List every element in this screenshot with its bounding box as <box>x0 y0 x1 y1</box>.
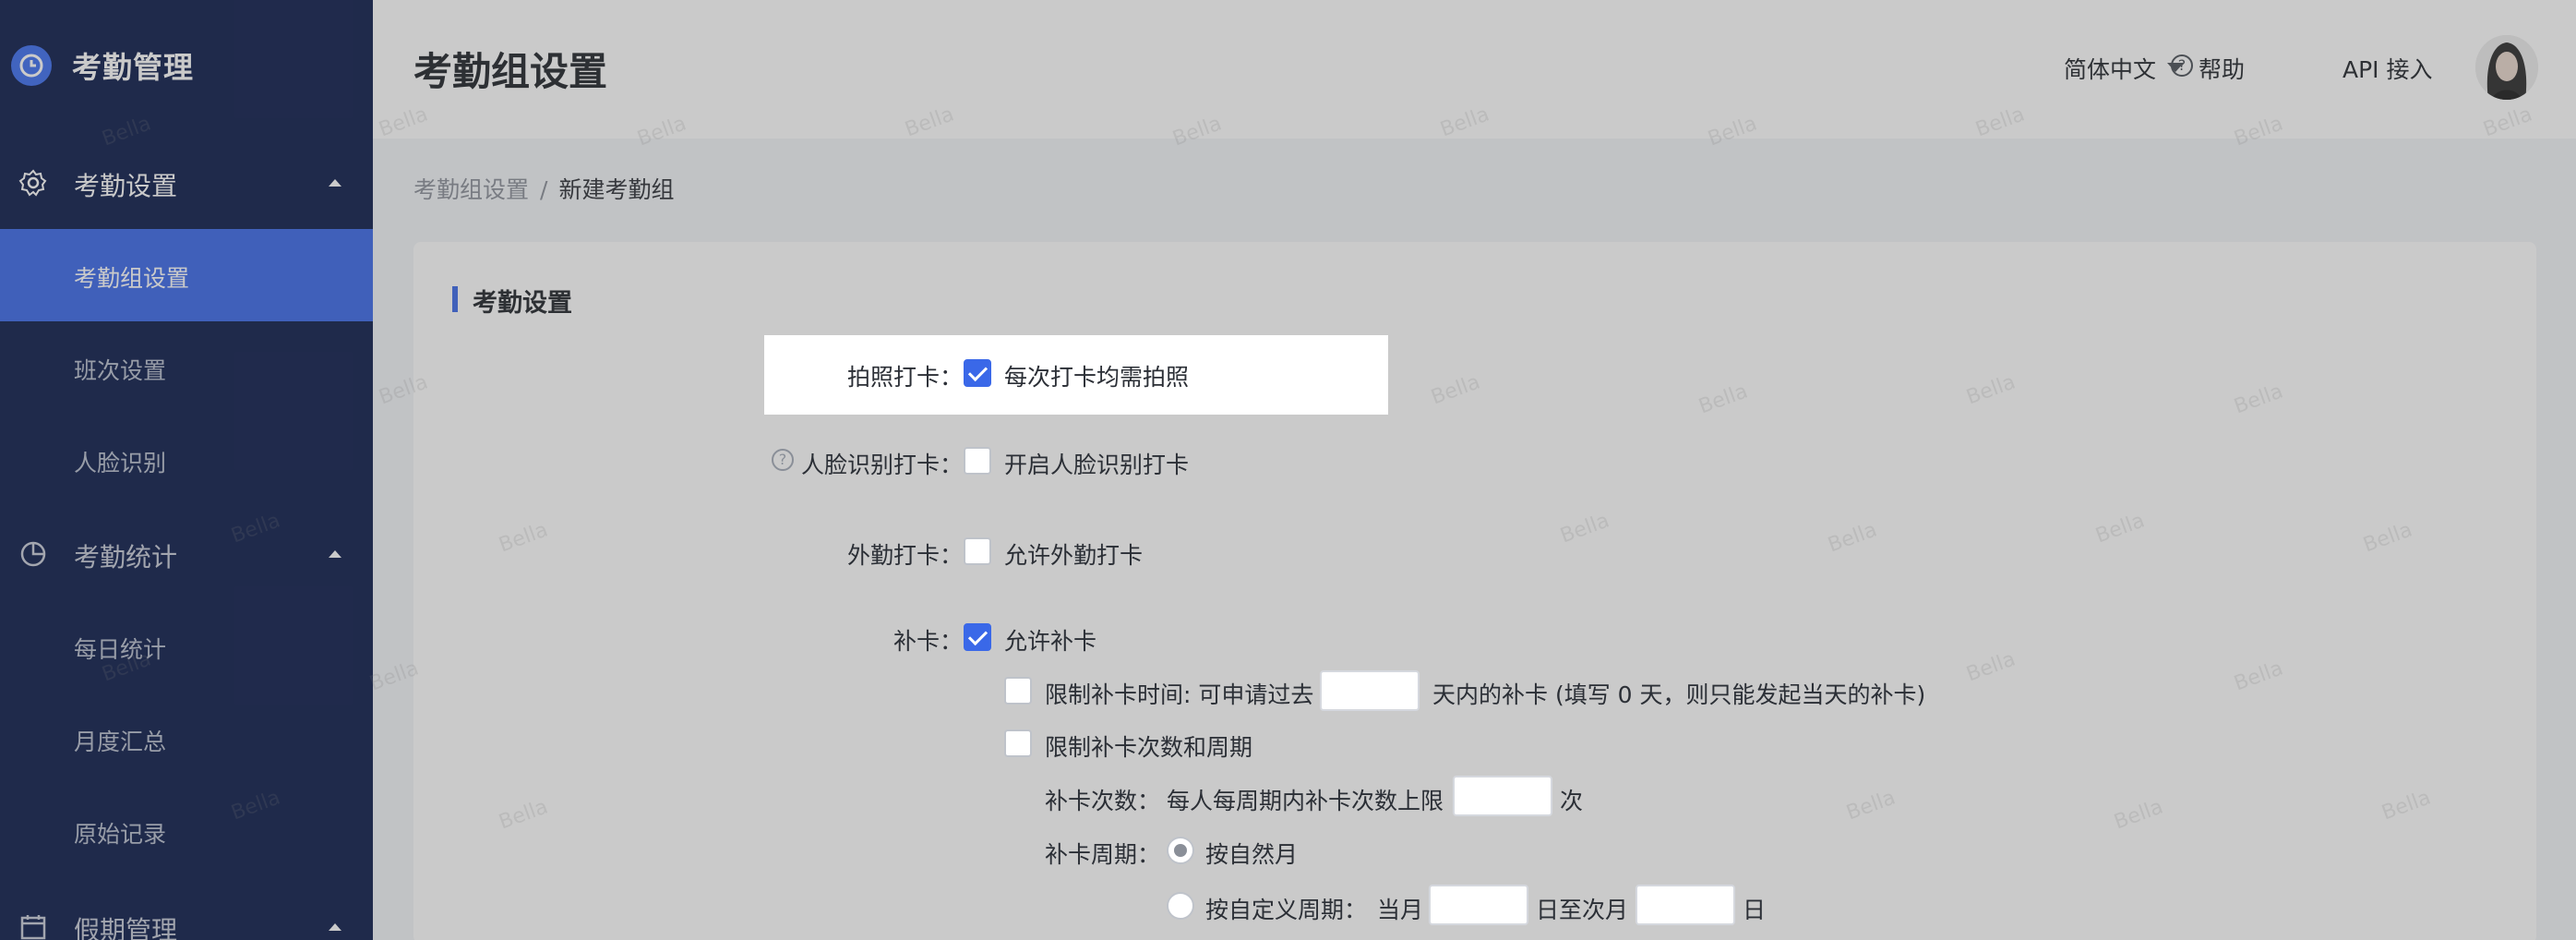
caret-up-icon <box>329 550 341 558</box>
limit-count-checkbox[interactable] <box>1004 729 1032 757</box>
count-label: 补卡次数： <box>1045 788 1161 814</box>
sidebar: 考勤管理 考勤设置 考勤组设置 班次设置 人脸识别 考勤统计 每日统计 月度汇总… <box>0 0 373 940</box>
face-checkin-option[interactable]: 开启人脸识别打卡 <box>1004 447 1189 480</box>
sidebar-item-label: 人脸识别 <box>74 450 167 476</box>
sidebar-group-leave[interactable]: 假期管理 <box>0 885 373 940</box>
section-indicator <box>452 286 458 312</box>
api-link[interactable]: API 接入 <box>2342 52 2433 85</box>
section-title: 考勤设置 <box>473 289 572 318</box>
breadcrumb: 考勤组设置 / 新建考勤组 <box>413 172 674 205</box>
avatar[interactable] <box>2475 35 2538 100</box>
sidebar-group-label: 假期管理 <box>74 915 178 940</box>
gear-icon <box>18 168 48 198</box>
cycle-custom-label[interactable]: 按自定义周期： <box>1205 892 1367 925</box>
photo-checkin-checkbox[interactable] <box>964 359 991 387</box>
brand: 考勤管理 <box>0 0 373 129</box>
breadcrumb-parent-link[interactable]: 考勤组设置 <box>413 176 529 203</box>
sidebar-item-face[interactable]: 人脸识别 <box>0 414 373 506</box>
sidebar-group-attendance-settings[interactable]: 考勤设置 <box>0 140 373 223</box>
cycle-natural-label[interactable]: 按自然月 <box>1205 837 1298 870</box>
cycle-natural-radio[interactable] <box>1167 837 1194 864</box>
sidebar-item-attendance-group[interactable]: 考勤组设置 <box>0 229 373 321</box>
breadcrumb-separator: / <box>540 176 548 203</box>
count-unit: 次 <box>1560 788 1584 814</box>
sidebar-item-monthly[interactable]: 月度汇总 <box>0 693 373 785</box>
limit-time-prefix: 限制补卡时间: 可申请过去 <box>1045 681 1314 708</box>
face-checkin-checkbox[interactable] <box>964 447 991 475</box>
cycle-start-input[interactable] <box>1429 885 1528 925</box>
settings-card <box>413 242 2536 940</box>
cycle-label: 补卡周期： <box>1045 841 1161 868</box>
cycle-end-input[interactable] <box>1635 885 1735 925</box>
sidebar-item-shift[interactable]: 班次设置 <box>0 321 373 414</box>
face-checkin-label: 人脸识别打卡： <box>801 452 964 478</box>
cycle-current-month: 当月 <box>1377 897 1424 923</box>
makeup-option[interactable]: 允许补卡 <box>1004 623 1096 657</box>
sidebar-item-label: 班次设置 <box>74 357 167 384</box>
limit-days-input[interactable] <box>1320 670 1420 711</box>
sidebar-group-label: 考勤统计 <box>74 542 178 572</box>
limit-time-suffix: 天内的补卡 (填写 0 天，则只能发起当天的补卡) <box>1432 681 1926 708</box>
photo-checkin-option[interactable]: 每次打卡均需拍照 <box>1004 359 1189 392</box>
sidebar-item-label: 月度汇总 <box>74 729 167 755</box>
makeup-checkbox[interactable] <box>964 623 991 651</box>
outside-checkin-option[interactable]: 允许外勤打卡 <box>1004 537 1143 571</box>
caret-up-icon <box>329 179 341 187</box>
pie-chart-icon <box>18 539 48 569</box>
caret-up-icon <box>329 923 341 931</box>
sidebar-item-daily[interactable]: 每日统计 <box>0 600 373 693</box>
calendar-icon <box>18 912 48 940</box>
cycle-day-to-next: 日至次月 <box>1536 897 1629 923</box>
clock-icon <box>11 45 52 86</box>
limit-time-checkbox[interactable] <box>1004 677 1032 705</box>
count-desc: 每人每周期内补卡次数上限 <box>1167 788 1444 814</box>
breadcrumb-current: 新建考勤组 <box>558 176 675 203</box>
page-title: 考勤组设置 <box>413 49 608 94</box>
sidebar-group-statistics[interactable]: 考勤统计 <box>0 512 373 595</box>
outside-checkin-checkbox[interactable] <box>964 537 991 565</box>
question-icon[interactable]: ? <box>772 449 794 471</box>
sidebar-group-label: 考勤设置 <box>74 171 178 201</box>
language-selector[interactable]: 简体中文 <box>2064 52 2156 85</box>
cycle-custom-radio[interactable] <box>1167 892 1194 920</box>
sidebar-item-label: 考勤组设置 <box>74 265 190 292</box>
limit-count-label[interactable]: 限制补卡次数和周期 <box>1045 729 1252 763</box>
top-header: 考勤组设置 简体中文 ? 帮助 API 接入 <box>373 0 2576 139</box>
count-input[interactable] <box>1453 776 1552 816</box>
sidebar-item-label: 原始记录 <box>74 821 167 848</box>
cycle-day: 日 <box>1743 897 1767 923</box>
app-title: 考勤管理 <box>72 50 195 85</box>
makeup-label: 补卡： <box>893 628 964 655</box>
help-icon[interactable]: ? <box>2171 54 2193 77</box>
photo-checkin-label: 拍照打卡： <box>847 364 964 391</box>
sidebar-item-raw-records[interactable]: 原始记录 <box>0 785 373 877</box>
outside-checkin-label: 外勤打卡： <box>847 542 964 569</box>
help-link[interactable]: 帮助 <box>2199 52 2245 85</box>
sidebar-item-label: 每日统计 <box>74 636 167 663</box>
